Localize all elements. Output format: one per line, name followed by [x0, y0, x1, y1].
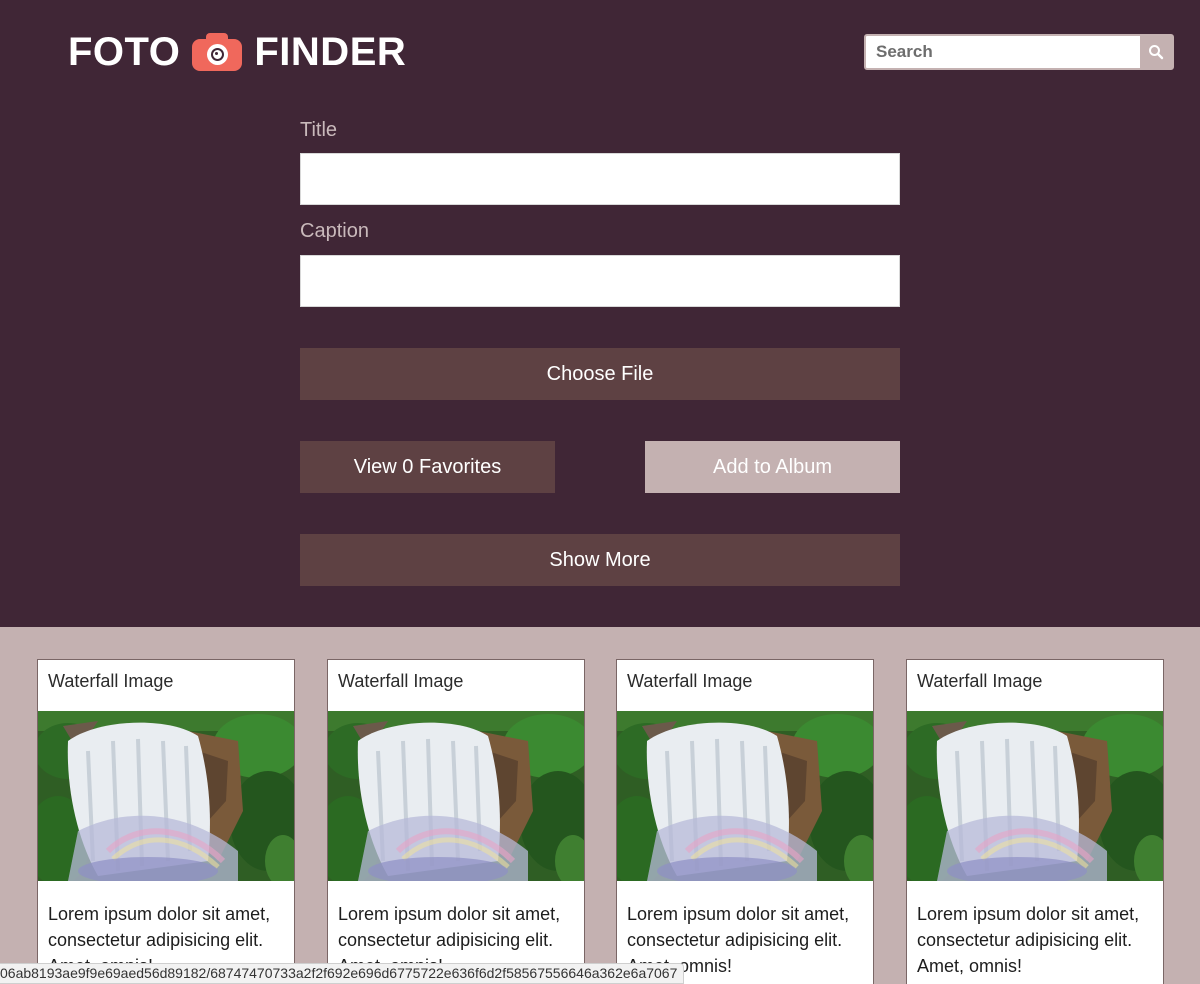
header: FOTO FINDER Title Caption Choose File Vi… — [0, 0, 1200, 627]
photo-card[interactable]: Waterfall Image Lorem ipsum dolor sit am… — [906, 659, 1164, 984]
search-button[interactable] — [1140, 36, 1172, 68]
camera-icon — [192, 33, 243, 71]
photo-card[interactable]: Waterfall Image Lorem ipsum dolor sit am… — [616, 659, 874, 984]
card-title: Waterfall Image — [917, 671, 1043, 691]
waterfall-photo — [38, 711, 294, 881]
card-caption: Lorem ipsum dolor sit amet, consectetur … — [917, 904, 1140, 976]
choose-file-button[interactable]: Choose File — [300, 348, 900, 400]
add-to-album-button[interactable]: Add to Album — [645, 441, 900, 493]
status-bar-url: 06ab8193ae9f9e69aed56d89182/68747470733a… — [0, 963, 685, 984]
waterfall-photo — [617, 711, 873, 881]
caption-label: Caption — [300, 220, 369, 242]
caption-input[interactable] — [300, 255, 900, 307]
title-input[interactable] — [300, 153, 900, 205]
search-bar — [864, 34, 1174, 70]
photo-card[interactable]: Waterfall Image Lorem ipsum dolor sit am… — [327, 659, 585, 984]
waterfall-photo — [907, 711, 1163, 881]
search-input[interactable] — [866, 36, 1140, 68]
photo-card[interactable]: Waterfall Image Lorem ipsum dolor sit am… — [37, 659, 295, 984]
waterfall-photo — [328, 711, 584, 881]
search-icon — [1149, 45, 1164, 60]
logo-word-foto: FOTO — [68, 30, 181, 74]
card-title: Waterfall Image — [338, 671, 464, 691]
card-title: Waterfall Image — [48, 671, 174, 691]
card-title: Waterfall Image — [627, 671, 753, 691]
show-more-button[interactable]: Show More — [300, 534, 900, 586]
logo[interactable]: FOTO FINDER — [68, 30, 406, 74]
view-favorites-button[interactable]: View 0 Favorites — [300, 441, 555, 493]
logo-word-finder: FINDER — [254, 30, 407, 74]
title-label: Title — [300, 119, 338, 141]
